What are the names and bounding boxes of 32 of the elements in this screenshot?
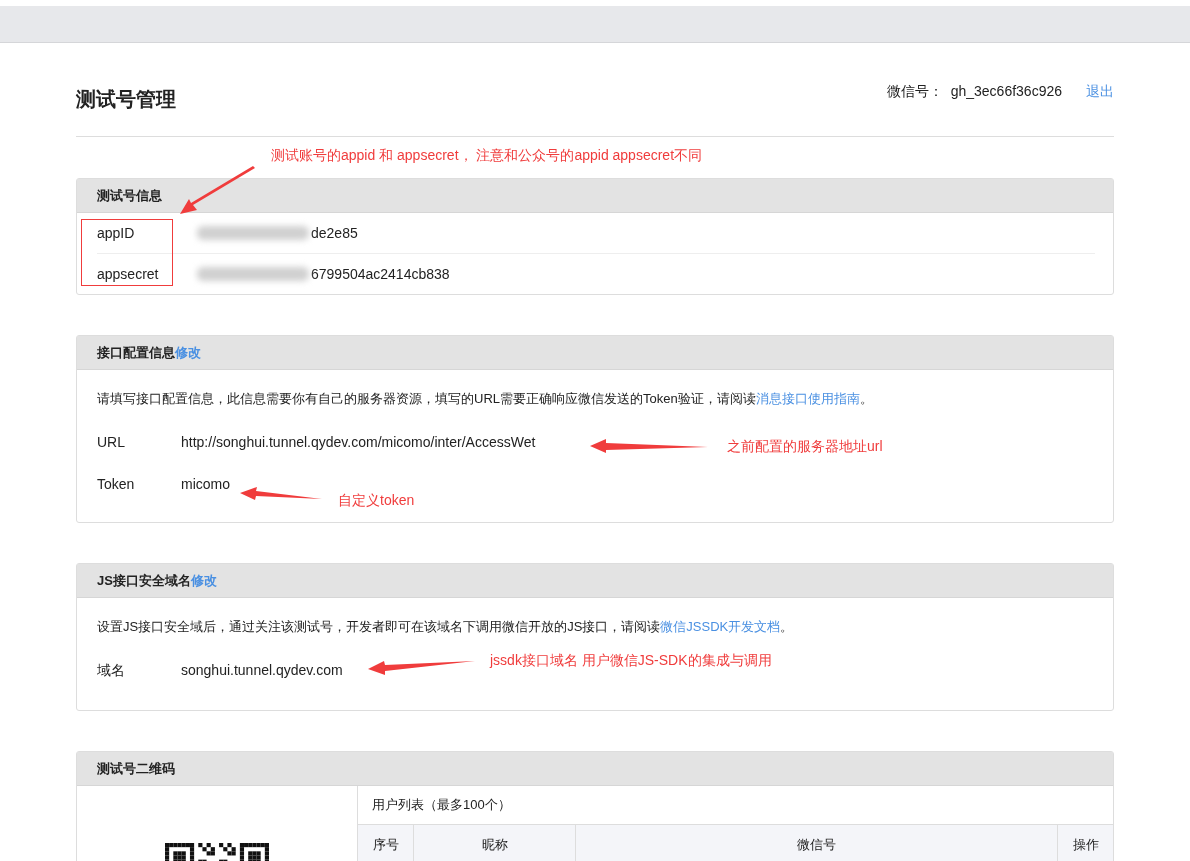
panel-title: 接口配置信息 (97, 343, 175, 362)
panel-title: JS接口安全域名 (97, 571, 191, 590)
column-header: 昵称 (414, 825, 576, 861)
field-value: 6799504ac2414cb838 (311, 266, 450, 282)
column-header: 操作 (1071, 836, 1100, 854)
field-value: micomo (181, 476, 230, 492)
field-label: appID (97, 225, 136, 241)
edit-link[interactable]: 修改 (175, 343, 201, 362)
description-text: 请填写接口配置信息，此信息需要你有自己的服务器资源，填写的URL需要正确响应微信发送的Token验证，请阅读消息接口使用指南。 (97, 390, 874, 408)
field-value: http://songhui.tunnel.qydev.com/micomo/inter/AccessWet (181, 434, 536, 450)
field-value: de2e85 (311, 225, 358, 241)
annotation-text: 自定义token (338, 492, 415, 510)
edit-link[interactable]: 修改 (190, 571, 217, 590)
page-title: 测试号管理 (76, 87, 176, 112)
guide-link[interactable]: 消息接口使用指南 (755, 391, 860, 406)
guide-link[interactable]: 微信JSSDK开发文档 (660, 619, 781, 634)
panel-title: 测试号信息 (97, 186, 162, 205)
annotation-text: 测试账号的appid 和 appsecret， 注意和公众号的appid appsecret不同 (271, 147, 703, 165)
logout-link[interactable]: 退出 (1086, 82, 1114, 101)
field-label: Token (97, 476, 136, 492)
column-header: 序号 (358, 825, 414, 861)
panel-title: 测试号二维码 (97, 759, 175, 778)
description-text: 设置JS接口安全域后，通过关注该测试号，开发者即可在该域名下调用微信开放的JS接口，请阅读微信JSSDK开发文档。 (97, 618, 795, 636)
annotation-text: jssdk接口域名 用户微信JS-SDK的集成与调用 (490, 652, 772, 670)
field-label: 域名 (97, 662, 126, 680)
account-id: gh_3ec66f36c926 (950, 82, 1062, 101)
column-header: 微信号 (576, 825, 1058, 861)
annotation-text: 之前配置的服务器地址url (727, 438, 883, 456)
field-label: URL (97, 434, 126, 450)
account-label: 微信号： (886, 82, 943, 101)
field-value: songhui.tunnel.qydev.com (181, 662, 343, 680)
field-label: appsecret (97, 266, 160, 282)
